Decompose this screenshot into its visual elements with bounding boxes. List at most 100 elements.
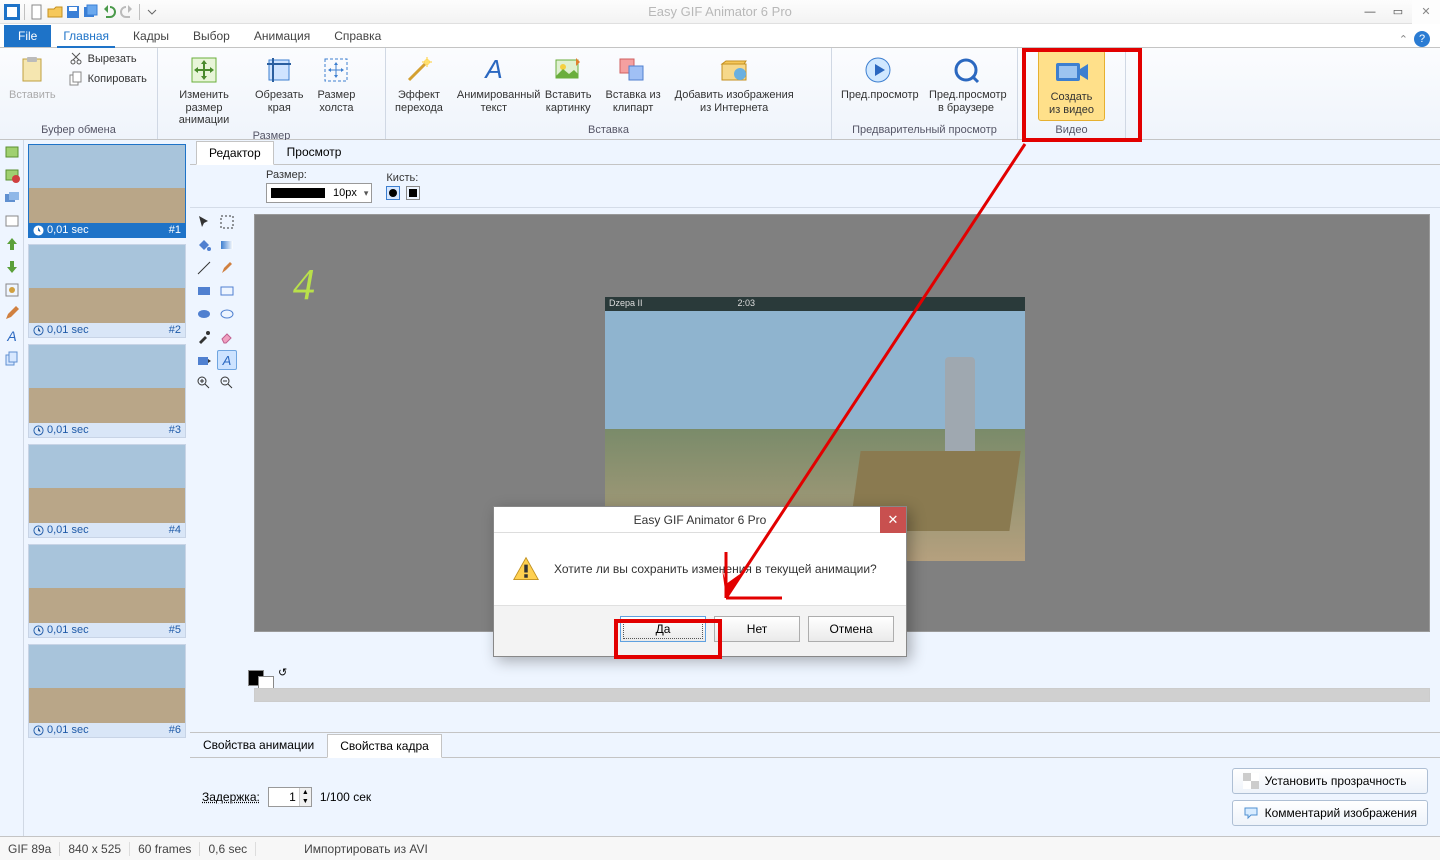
qat-dropdown-icon[interactable] (144, 4, 160, 20)
tab-help[interactable]: Справка (322, 25, 393, 47)
zoom-out-tool-icon[interactable] (217, 373, 237, 393)
frame-item[interactable]: 0,01 sec#4 (28, 444, 186, 538)
tab-preview[interactable]: Просмотр (274, 140, 355, 164)
image-comment-button[interactable]: Комментарий изображения (1232, 800, 1428, 826)
tab-frame-props[interactable]: Свойства кадра (327, 734, 442, 758)
ellipse-outline-tool-icon[interactable] (217, 304, 237, 324)
frame-item[interactable]: 0,01 sec#2 (28, 244, 186, 338)
dialog-close-button[interactable]: ✕ (880, 507, 906, 533)
brush-size-selector[interactable]: 10px▾ (266, 183, 372, 203)
ribbon-tabstrip: File Главная Кадры Выбор Анимация Справк… (0, 24, 1440, 48)
swap-colors-icon[interactable]: ↺ (278, 666, 287, 682)
frame-duplicate-icon[interactable] (4, 190, 20, 206)
text-tool-icon[interactable]: A (217, 350, 237, 370)
spin-down-icon[interactable]: ▼ (299, 797, 311, 806)
eraser-tool-icon[interactable] (217, 327, 237, 347)
rect-outline-tool-icon[interactable] (217, 281, 237, 301)
dialog-yes-button[interactable]: Да (620, 616, 706, 642)
open-icon[interactable] (47, 4, 63, 20)
cut-button[interactable]: Вырезать (65, 50, 150, 68)
gradient-tool-icon[interactable] (217, 235, 237, 255)
close-button[interactable]: ✕ (1412, 0, 1440, 24)
save-icon[interactable] (65, 4, 81, 20)
file-tab[interactable]: File (4, 25, 51, 47)
brush-label: Кисть: (386, 172, 420, 184)
frame-text-icon[interactable]: A (4, 328, 20, 344)
frame-item[interactable]: 0,01 sec#1 (28, 144, 186, 238)
dialog-title: Easy GIF Animator 6 Pro ✕ (494, 507, 906, 533)
delay-input[interactable] (269, 788, 299, 806)
dialog-no-button[interactable]: Нет (714, 616, 800, 642)
help-icon[interactable]: ? (1414, 31, 1430, 47)
transition-button[interactable]: Эффект перехода (390, 50, 448, 117)
eyedropper-tool-icon[interactable] (194, 327, 214, 347)
insert-picture-button[interactable]: Вставить картинку (540, 50, 597, 117)
delay-label: Задержка: (202, 790, 260, 804)
editor-toolbox: A (190, 208, 244, 732)
minimize-button[interactable]: — (1356, 0, 1384, 24)
frame-item[interactable]: 0,01 sec#3 (28, 344, 186, 438)
marquee-tool-icon[interactable] (217, 212, 237, 232)
frame-item[interactable]: 0,01 sec#6 (28, 644, 186, 738)
new-icon[interactable] (29, 4, 45, 20)
copy-button[interactable]: Копировать (65, 70, 150, 88)
frame-edit-icon[interactable] (4, 305, 20, 321)
brush-square-icon[interactable] (406, 186, 420, 200)
zoom-in-tool-icon[interactable] (194, 373, 214, 393)
delay-spinner[interactable]: ▲▼ (268, 787, 312, 807)
svg-text:A: A (222, 353, 232, 368)
tab-frames[interactable]: Кадры (121, 25, 181, 47)
preview-browser-button[interactable]: Пред.просмотр в браузере (924, 50, 1008, 117)
preview-button[interactable]: Пред.просмотр (836, 50, 920, 105)
qat-app-icon[interactable] (4, 4, 20, 20)
maximize-button[interactable]: ▭ (1384, 0, 1412, 24)
create-from-video-button[interactable]: Создать из видео (1038, 50, 1105, 121)
frame-thumbnail (29, 445, 185, 523)
ellipse-tool-icon[interactable] (194, 304, 214, 324)
color-swatches[interactable]: ↺ (248, 670, 289, 686)
frame-add-icon[interactable] (4, 144, 20, 160)
insert-from-web-button[interactable]: Добавить изображения из Интернета (670, 50, 799, 117)
paste-button[interactable]: Вставить (4, 50, 61, 105)
frame-thumbnail (29, 645, 185, 723)
frame-copy-icon[interactable] (4, 351, 20, 367)
canvas-size-button[interactable]: Размер холста (313, 50, 361, 117)
crop-button[interactable]: Обрезать края (250, 50, 309, 117)
group-insert-label: Вставка (390, 124, 827, 138)
brush-tool-icon[interactable] (217, 258, 237, 278)
horizontal-scrollbar[interactable] (254, 688, 1430, 702)
move-tool-icon[interactable] (194, 350, 214, 370)
redo-icon[interactable] (119, 4, 135, 20)
frame-blank-icon[interactable] (4, 213, 20, 229)
move-down-icon[interactable] (4, 259, 20, 275)
pointer-tool-icon[interactable] (194, 212, 214, 232)
move-up-icon[interactable] (4, 236, 20, 252)
frame-item[interactable]: 0,01 sec#5 (28, 544, 186, 638)
spin-up-icon[interactable]: ▲ (299, 788, 311, 797)
dialog-text: Хотите ли вы сохранить изменения в текущ… (554, 562, 877, 576)
dialog-cancel-button[interactable]: Отмена (808, 616, 894, 642)
animated-text-button[interactable]: AАнимированный текст (452, 50, 536, 117)
tab-editor[interactable]: Редактор (196, 141, 274, 165)
set-transparency-button[interactable]: Установить прозрачность (1232, 768, 1428, 794)
group-video-label: Видео (1022, 124, 1121, 138)
insert-clipart-button[interactable]: Вставка из клипарт (601, 50, 666, 117)
tab-selection[interactable]: Выбор (181, 25, 242, 47)
qat-separator (139, 4, 140, 20)
minimize-ribbon-icon[interactable]: ⌃ (1399, 33, 1408, 46)
tab-anim-props[interactable]: Свойства анимации (190, 733, 327, 757)
frame-props-icon[interactable] (4, 282, 20, 298)
resize-animation-button[interactable]: Изменить размер анимации (162, 50, 246, 130)
frame-remove-icon[interactable] (4, 167, 20, 183)
tab-home[interactable]: Главная (51, 25, 121, 47)
line-tool-icon[interactable] (194, 258, 214, 278)
brush-round-icon[interactable] (386, 186, 400, 200)
saveall-icon[interactable] (83, 4, 99, 20)
paste-label: Вставить (9, 89, 56, 102)
quick-access-toolbar (0, 4, 164, 20)
qat-separator (24, 4, 25, 20)
fill-tool-icon[interactable] (194, 235, 214, 255)
tab-animation[interactable]: Анимация (242, 25, 322, 47)
rect-tool-icon[interactable] (194, 281, 214, 301)
undo-icon[interactable] (101, 4, 117, 20)
